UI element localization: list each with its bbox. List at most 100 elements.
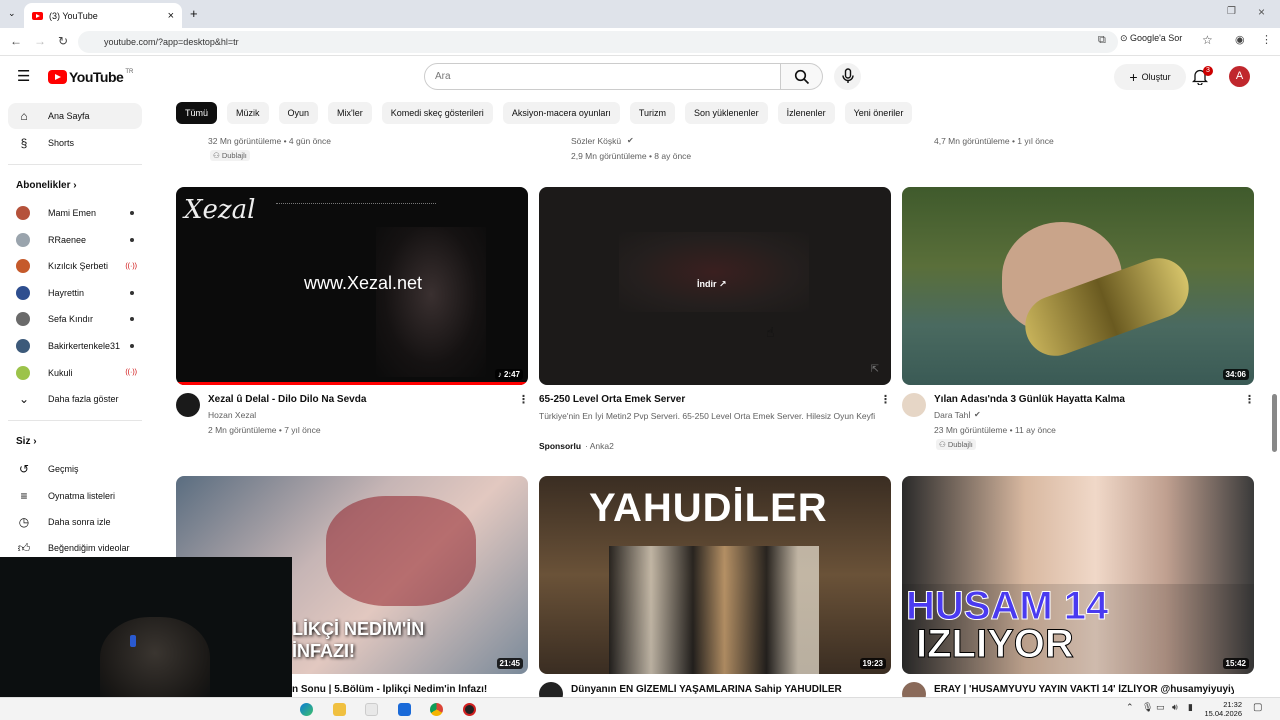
edge-app-icon[interactable] xyxy=(300,703,313,716)
notification-center-icon[interactable]: ▢ xyxy=(1253,702,1262,713)
video-thumbnail[interactable]: 34:06 xyxy=(902,187,1254,385)
channel-avatar[interactable] xyxy=(176,393,200,417)
new-content-dot xyxy=(130,344,134,348)
ad-channel[interactable]: · Anka2 xyxy=(585,441,614,451)
browser-menu-icon[interactable]: ⋮ xyxy=(1261,33,1272,46)
network-icon[interactable]: ▭ xyxy=(1156,702,1165,713)
bookmark-star-icon[interactable]: ☆ xyxy=(1202,33,1213,47)
duration-badge: 15:42 xyxy=(1222,658,1249,669)
close-tab-icon[interactable]: × xyxy=(168,10,174,22)
url-field[interactable]: youtube.com/?app=desktop&hl=tr xyxy=(78,31,1118,53)
account-avatar[interactable]: A xyxy=(1229,66,1250,87)
channel-avatar[interactable] xyxy=(902,393,926,417)
subscriptions-heading[interactable]: Abonelikler › xyxy=(16,180,77,191)
filter-chip[interactable]: İzlenenler xyxy=(777,102,835,124)
filter-chip[interactable]: Aksiyon-macera oyunları xyxy=(502,102,620,124)
subscription-label: Bakirkertenkele31 xyxy=(48,341,121,351)
subscription-item[interactable]: Hayrettin xyxy=(8,280,142,306)
subscription-item[interactable]: Kızılcık Şerbeti ((·)) xyxy=(8,253,142,279)
video-title[interactable]: Yılan Adası'nda 3 Günlük Hayatta Kalma xyxy=(934,394,1234,405)
window-restore-icon[interactable]: ❐ xyxy=(1227,6,1236,17)
channel-name[interactable]: Sözler Köşkü xyxy=(571,136,621,146)
dubbed-badge: ⚇ Dublajlı xyxy=(936,439,976,450)
group-of-people xyxy=(609,546,819,674)
video-title[interactable]: ERAY | 'HUSAMYUYU YAYIN VAKTİ 14' İZLİYO… xyxy=(934,684,1234,695)
filter-chip[interactable]: Turizm xyxy=(629,102,676,124)
video-meta: 2 Mn görüntüleme • 7 yıl önce xyxy=(208,425,321,435)
new-tab-button[interactable]: + xyxy=(190,6,198,21)
store-app-icon[interactable] xyxy=(365,703,378,716)
forward-icon[interactable]: → xyxy=(34,34,46,48)
filter-chips-bar: Tümü Müzik Oyun Mix'ler Komedi skeç gösteril… xyxy=(176,102,913,124)
system-clock[interactable]: 21:32 15.04.2026 xyxy=(1204,700,1242,718)
show-more-button[interactable]: ⌄ Daha fazla göster xyxy=(8,386,142,412)
video-thumbnail[interactable]: Xezal www.Xezal.net ♪ 2:47 xyxy=(176,187,528,385)
search-input[interactable]: Ara xyxy=(424,63,781,90)
window-close-icon[interactable]: × xyxy=(1258,5,1265,19)
more-options-icon[interactable]: ⋮ xyxy=(880,393,891,406)
subscription-label: Kukuli xyxy=(48,367,73,378)
history-icon: ↺ xyxy=(18,462,30,476)
mail-app-icon[interactable] xyxy=(398,703,411,716)
video-title[interactable]: Dünyanın EN GİZEMLİ YAŞAMLARINA Sahip YA… xyxy=(571,684,871,695)
back-icon[interactable]: ← xyxy=(10,34,22,48)
subscription-item[interactable]: Bakirkertenkele31 xyxy=(8,333,142,359)
ad-thumbnail[interactable]: İndir ↗ ⇱ xyxy=(539,187,891,385)
profile-icon[interactable]: ◉ xyxy=(1235,33,1245,46)
filter-chip[interactable]: Yeni öneriler xyxy=(844,102,913,124)
filter-chip[interactable]: Komedi skeç gösterileri xyxy=(381,102,493,124)
filter-chip[interactable]: Tümü xyxy=(176,102,218,124)
channel-name[interactable]: Dara Tahİ xyxy=(934,410,971,420)
battery-icon[interactable]: ▮ xyxy=(1188,702,1193,713)
channel-name[interactable]: Hozan Xezal xyxy=(208,410,256,420)
more-options-icon[interactable]: ⋮ xyxy=(518,393,529,406)
file-explorer-icon[interactable] xyxy=(333,703,346,716)
sidebar-item-history[interactable]: ↺ Geçmiş xyxy=(8,456,142,482)
install-app-icon[interactable]: ⧉ xyxy=(1098,34,1106,47)
subscription-item[interactable]: RRaenee xyxy=(8,227,142,253)
filter-chip[interactable]: Mix'ler xyxy=(328,102,372,124)
create-button[interactable]: + Oluştur xyxy=(1114,64,1186,90)
page-scrollbar[interactable] xyxy=(1270,60,1278,700)
volume-icon[interactable]: 🔊︎ xyxy=(1172,702,1178,713)
sidebar-item-label: Beğendiğim videolar xyxy=(48,543,130,553)
url-text: youtube.com/?app=desktop&hl=tr xyxy=(104,37,239,47)
dubbed-badge: ⚇ Dublajlı xyxy=(210,150,250,161)
reload-icon[interactable]: ↻ xyxy=(58,34,68,48)
dub-icon: ⚇ xyxy=(939,440,948,449)
you-heading[interactable]: Siz › xyxy=(16,436,37,447)
video-title[interactable]: Xezal û Delal - Dilo Dilo Na Sevda xyxy=(208,394,508,405)
sponsored-label: Sponsorlu xyxy=(539,441,582,451)
scrollbar-thumb[interactable] xyxy=(1272,394,1277,452)
divider xyxy=(8,420,142,421)
ad-title[interactable]: 65-250 Level Orta Emek Server xyxy=(539,394,839,405)
tab-search-icon[interactable]: ⌄ xyxy=(8,8,16,19)
subscription-item[interactable]: Mami Emen xyxy=(8,200,142,226)
obs-app-icon[interactable] xyxy=(463,703,476,716)
dubbed-label: Dublajlı xyxy=(221,151,247,160)
more-options-icon[interactable]: ⋮ xyxy=(1244,393,1255,406)
filter-chip[interactable]: Oyun xyxy=(278,102,319,124)
search-button[interactable] xyxy=(781,63,823,90)
browser-tab[interactable]: (3) YouTube × xyxy=(24,3,182,28)
dubbed-label: Dublajlı xyxy=(947,440,973,449)
filter-chip[interactable]: Müzik xyxy=(227,102,269,124)
video-meta: 32 Mn görüntüleme • 4 gün önce xyxy=(208,136,332,146)
sidebar-item-watch-later[interactable]: ◷ Daha sonra izle xyxy=(8,509,142,535)
sidebar-item-playlists[interactable]: ≡ Oynatma listeleri xyxy=(8,483,142,509)
sidebar-item-shorts[interactable]: § Shorts xyxy=(8,130,142,156)
download-link[interactable]: İndir ↗ xyxy=(697,279,727,290)
filter-chip[interactable]: Son yüklenenler xyxy=(685,102,768,124)
subscription-item[interactable]: Sefa Kındır xyxy=(8,306,142,332)
chrome-app-icon[interactable] xyxy=(430,703,443,716)
video-thumbnail[interactable]: YAHUDİLER 19:23 xyxy=(539,476,891,674)
video-thumbnail[interactable]: HUSAM 14 IZLIYOR 15:42 xyxy=(902,476,1254,674)
google-sor-button[interactable]: ⊙ Google'a Sor xyxy=(1120,33,1182,44)
voice-search-button[interactable] xyxy=(834,63,861,90)
sidebar-item-home[interactable]: ⌂ Ana Sayfa xyxy=(8,103,142,129)
hamburger-menu-icon[interactable]: ☰ xyxy=(17,67,30,85)
youtube-logo[interactable]: YouTube TR xyxy=(48,69,133,85)
subscription-item[interactable]: Kukuli ((·)) xyxy=(8,360,142,386)
tray-chevron-icon[interactable]: ⌃ xyxy=(1126,702,1134,713)
microphone-tray-icon[interactable]: 🎙︎ xyxy=(1142,702,1153,713)
